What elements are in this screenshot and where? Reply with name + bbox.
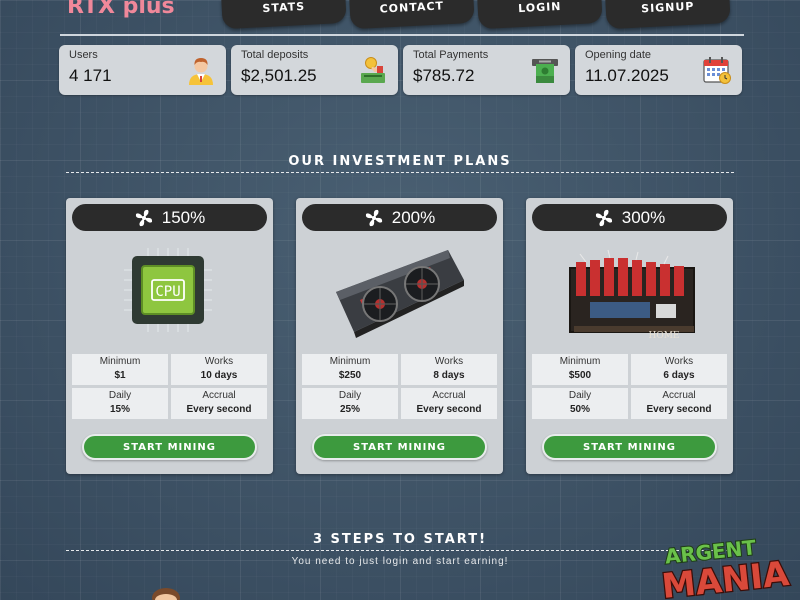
daily-label: Daily (338, 390, 362, 401)
stat-card-opening-date: Opening date 11.07.2025 (575, 45, 742, 95)
header-divider (60, 34, 744, 36)
cpu-chip-image: CPU (124, 248, 212, 332)
plan-header: 150% (72, 204, 267, 231)
stat-value: 4 171 (69, 66, 112, 85)
nav-signup-button[interactable]: SIGNUP (605, 0, 731, 30)
accrual-value: Every second (416, 404, 482, 415)
minimum-label: Minimum (559, 356, 601, 367)
plan-percent: 300% (621, 207, 666, 227)
works-label: Works (434, 356, 464, 367)
plan-card-150: 150% CPU Minimum $1 Works 10 days Daily 15%… (66, 198, 273, 474)
svg-text:HOME: HOME (648, 331, 679, 340)
nav-contact-label: CONTACT (379, 0, 445, 16)
stat-label: Total deposits (241, 49, 309, 61)
fan-icon (135, 209, 152, 226)
mining-rig-image: HOME (569, 249, 695, 340)
plan-header: 300% (532, 204, 727, 231)
works-value: 10 days (200, 370, 238, 381)
accrual-label: Accrual (662, 390, 696, 401)
daily-cell: Daily 25% (302, 388, 398, 419)
daily-value: 50% (569, 404, 590, 415)
stat-label: Users (69, 49, 98, 61)
works-cell: Works 10 days (171, 354, 267, 385)
deposit-icon (361, 57, 385, 83)
steps-title-divider (66, 550, 734, 551)
minimum-cell: Minimum $500 (532, 354, 628, 385)
minimum-value: $500 (568, 370, 592, 381)
daily-cell: Daily 50% (532, 388, 628, 419)
stat-label: Opening date (585, 49, 652, 61)
accrual-cell: Accrual Every second (171, 388, 267, 419)
accrual-cell: Accrual Every second (401, 388, 497, 419)
start-mining-button[interactable]: START MINING (312, 434, 487, 460)
works-label: Works (664, 356, 694, 367)
minimum-value: $250 (338, 370, 362, 381)
argentmania-watermark-logo: ARGENT MANIA (659, 534, 793, 600)
stat-card-deposits: Total deposits $2,501.25 (231, 45, 398, 95)
works-cell: Works 6 days (631, 354, 727, 385)
svg-text:CPU: CPU (155, 284, 180, 300)
plans-section-title: OUR INVESTMENT PLANS (288, 154, 512, 169)
nav-signup-label: SIGNUP (640, 0, 695, 15)
nav-login-button[interactable]: LOGIN (477, 0, 603, 30)
minimum-cell: Minimum $1 (72, 354, 168, 385)
accrual-label: Accrual (202, 390, 236, 401)
brand-logo-text[interactable]: RTX plus (67, 0, 175, 19)
mascot-head-image (152, 588, 180, 600)
fan-icon (595, 209, 612, 226)
stat-value: $2,501.25 (241, 66, 317, 85)
daily-value: 15% (109, 404, 130, 415)
works-value: 6 days (663, 370, 695, 381)
nav-login-label: LOGIN (517, 0, 562, 15)
accrual-label: Accrual (432, 390, 466, 401)
user-icon (189, 58, 213, 85)
works-cell: Works 8 days (401, 354, 497, 385)
plans-title-divider (66, 172, 734, 173)
minimum-value: $1 (114, 370, 126, 381)
daily-cell: Daily 15% (72, 388, 168, 419)
stat-value: $785.72 (413, 66, 475, 85)
daily-label: Daily (568, 390, 592, 401)
plan-card-300: 300% HOME Minimum $500 Works 6 days Daily 5… (526, 198, 733, 474)
minimum-label: Minimum (329, 356, 371, 367)
graphics-card-image (336, 250, 464, 338)
stat-label: Total Payments (413, 49, 489, 61)
plan-percent: 200% (391, 207, 436, 227)
atm-cash-icon (532, 59, 558, 83)
nav-stats-label: STATS (262, 0, 306, 15)
accrual-cell: Accrual Every second (631, 388, 727, 419)
daily-value: 25% (339, 404, 360, 415)
nav-contact-button[interactable]: CONTACT (349, 0, 475, 30)
start-mining-button[interactable]: START MINING (542, 434, 717, 460)
stat-value: 11.07.2025 (585, 66, 669, 85)
stat-card-payments: Total Payments $785.72 (403, 45, 570, 95)
accrual-value: Every second (186, 404, 252, 415)
plan-percent: 150% (161, 207, 206, 227)
plan-card-200: 200% Minimum $250 Works 8 days Daily 25% Ac… (296, 198, 503, 474)
accrual-value: Every second (646, 404, 712, 415)
nav-stats-button[interactable]: STATS (221, 0, 347, 30)
works-label: Works (204, 356, 234, 367)
works-value: 8 days (433, 370, 465, 381)
minimum-cell: Minimum $250 (302, 354, 398, 385)
minimum-label: Minimum (99, 356, 141, 367)
start-mining-button[interactable]: START MINING (82, 434, 257, 460)
stat-card-users: Users 4 171 (59, 45, 226, 95)
calendar-icon (703, 57, 731, 84)
daily-label: Daily (108, 390, 132, 401)
fan-icon (365, 209, 382, 226)
plan-header: 200% (302, 204, 497, 231)
